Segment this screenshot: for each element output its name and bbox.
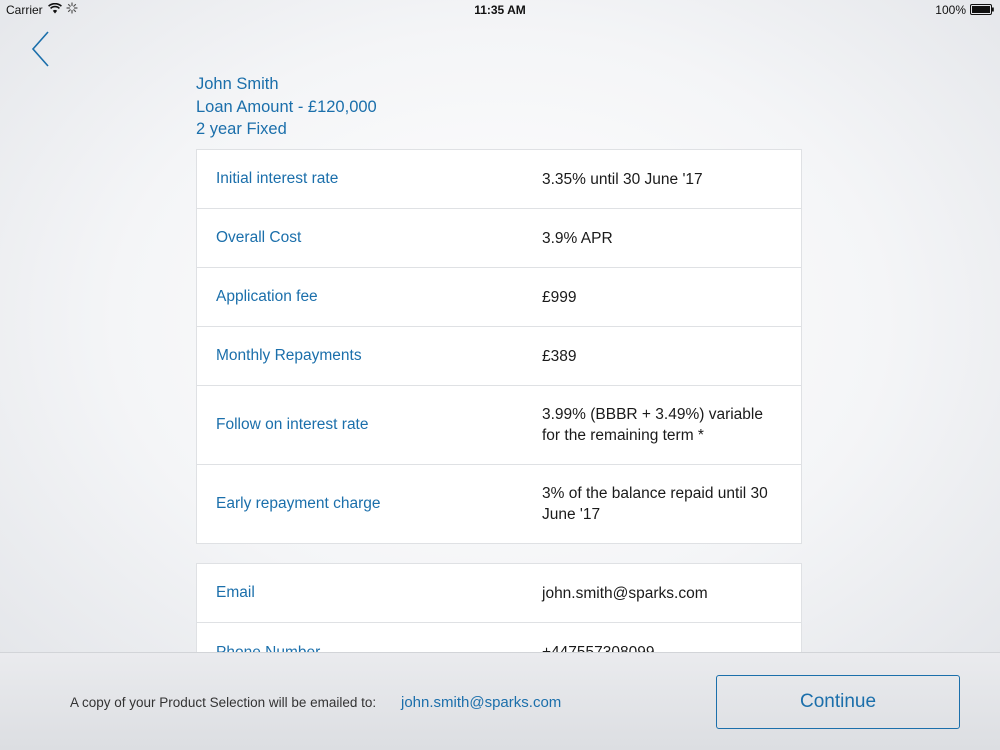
contact-label: Email (216, 584, 255, 601)
detail-row-monthly-repayments: Monthly Repayments £389 (197, 327, 801, 386)
detail-row-initial-rate: Initial interest rate 3.35% until 30 Jun… (197, 150, 801, 209)
detail-value: 3.9% APR (542, 229, 613, 247)
detail-label: Application fee (216, 288, 318, 305)
contact-row-email: Email john.smith@sparks.com (197, 564, 801, 623)
loan-amount: Loan Amount - £120,000 (196, 97, 377, 116)
detail-label: Monthly Repayments (216, 347, 362, 364)
detail-value: 3% of the balance repaid until 30 June '… (542, 485, 768, 523)
customer-name: John Smith (196, 75, 279, 93)
detail-value: £999 (542, 288, 577, 306)
status-bar: Carrier 11:35 AM 100% (0, 0, 1000, 20)
detail-value: 3.99% (BBBR + 3.49%) variable for the re… (542, 406, 763, 444)
detail-value: 3.35% until 30 June '17 (542, 170, 703, 188)
chevron-left-icon (31, 31, 49, 67)
footer-bar: A copy of your Product Selection will be… (0, 652, 1000, 750)
detail-label: Overall Cost (216, 229, 302, 246)
contact-value: john.smith@sparks.com (542, 584, 708, 602)
loan-summary-header: John Smith Loan Amount - £120,000 2 year… (196, 73, 377, 141)
loan-details-card: Initial interest rate 3.35% until 30 Jun… (196, 149, 802, 544)
status-time: 11:35 AM (474, 3, 526, 17)
detail-label: Follow on interest rate (216, 416, 369, 433)
detail-row-overall-cost: Overall Cost 3.9% APR (197, 209, 801, 268)
back-button[interactable] (28, 30, 56, 68)
detail-label: Early repayment charge (216, 495, 381, 512)
email-copy-note: A copy of your Product Selection will be… (70, 695, 377, 710)
detail-label: Initial interest rate (216, 170, 339, 187)
detail-row-early-repayment: Early repayment charge 3% of the balance… (197, 465, 801, 543)
continue-button[interactable]: Continue (716, 675, 960, 729)
battery-icon (970, 4, 994, 15)
product-type: 2 year Fixed (196, 120, 287, 138)
detail-row-application-fee: Application fee £999 (197, 268, 801, 327)
email-copy-address: john.smith@sparks.com (401, 694, 562, 711)
battery-percentage: 100% (935, 3, 966, 17)
contact-details-card: Email john.smith@sparks.com Phone Number… (196, 563, 802, 663)
detail-value: £389 (542, 347, 577, 365)
detail-row-follow-on-rate: Follow on interest rate 3.99% (BBBR + 3.… (197, 386, 801, 465)
